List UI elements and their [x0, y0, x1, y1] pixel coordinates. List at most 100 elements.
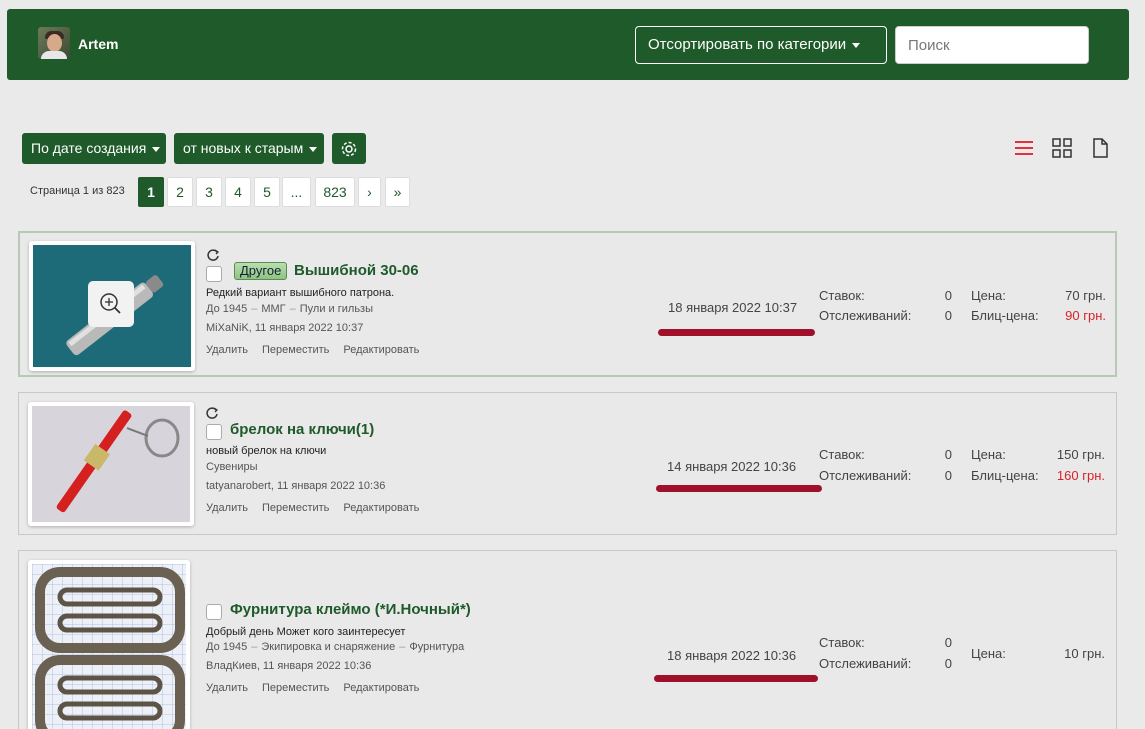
- listing-author-line: tatyanarobert, 11 января 2022 10:36: [206, 480, 385, 492]
- listing-actions: Удалить Переместить Редактировать: [206, 502, 433, 514]
- document-view-icon[interactable]: [1089, 137, 1111, 159]
- listing-category: До 1945– ММГ – Пули и гильзы: [206, 303, 374, 315]
- listing-category: Сувениры: [206, 461, 258, 473]
- bids-label: Ставок:: [819, 447, 865, 462]
- select-checkbox[interactable]: [206, 604, 222, 620]
- blitz-price-value: 160 грн.: [1056, 468, 1105, 483]
- bids-count: 0: [944, 288, 952, 303]
- listing-title[interactable]: Фурнитура клеймо (*И.Ночный*): [230, 601, 471, 618]
- watchers-label: Отслеживаний:: [819, 308, 912, 323]
- listing-title[interactable]: брелок на ключи(1): [230, 421, 374, 438]
- created-date: , 11 января 2022 10:36: [270, 480, 386, 492]
- move-link[interactable]: Переместить: [262, 344, 329, 356]
- avatar[interactable]: [38, 27, 70, 59]
- category-link[interactable]: До 1945: [206, 303, 247, 315]
- page-info: Страница 1 из 823: [30, 185, 125, 197]
- settings-button[interactable]: [332, 133, 366, 164]
- list-view-icon[interactable]: [1013, 137, 1035, 159]
- listing-title[interactable]: Вышибной 30-06: [294, 262, 419, 279]
- chevron-down-icon: [152, 146, 161, 152]
- watchers-label: Отслеживаний:: [819, 468, 912, 483]
- list-item[interactable]: Фурнитура клеймо (*И.Ночный*) Добрый ден…: [18, 550, 1117, 729]
- buckle-image: [32, 564, 186, 729]
- refresh-icon[interactable]: [206, 248, 220, 262]
- top-bar: Artem Отсортировать по категории: [7, 9, 1129, 80]
- sort-by-dropdown[interactable]: По дате создания: [22, 133, 166, 164]
- zoom-button[interactable]: [88, 281, 134, 327]
- listing-thumbnail[interactable]: [28, 560, 190, 729]
- list-item[interactable]: брелок на ключи(1) новый брелок на ключи…: [18, 392, 1117, 535]
- edit-link[interactable]: Редактировать: [343, 344, 419, 356]
- end-date: 18 января 2022 10:37: [668, 300, 798, 315]
- watchers-label: Отслеживаний:: [819, 656, 912, 671]
- category-link[interactable]: ММГ: [261, 303, 285, 315]
- listing-thumbnail[interactable]: [28, 402, 194, 526]
- highlight-underline: [656, 485, 822, 492]
- listing-thumbnail[interactable]: [29, 241, 195, 371]
- price-label: Цена:: [971, 447, 1006, 462]
- sort-by-category-dropdown[interactable]: Отсортировать по категории: [635, 26, 887, 64]
- grid-view-icon[interactable]: [1051, 137, 1073, 159]
- page-3-button[interactable]: 3: [196, 177, 222, 207]
- sort-by-category-label: Отсортировать по категории: [648, 36, 847, 53]
- refresh-icon[interactable]: [205, 406, 219, 420]
- page-5-button[interactable]: 5: [254, 177, 280, 207]
- price-label: Цена:: [971, 288, 1006, 303]
- select-checkbox[interactable]: [206, 266, 222, 282]
- bids-count: 0: [944, 635, 952, 650]
- watchers-count: 0: [944, 468, 952, 483]
- select-checkbox[interactable]: [206, 424, 222, 440]
- order-dropdown[interactable]: от новых к старым: [174, 133, 324, 164]
- author-link[interactable]: tatyanarobert: [206, 480, 271, 492]
- search-input[interactable]: [895, 26, 1089, 64]
- listing-description: Добрый день Может кого заинтересует: [206, 626, 406, 638]
- watchers-count: 0: [944, 656, 952, 671]
- author-link[interactable]: ВладКиев: [206, 660, 257, 672]
- move-link[interactable]: Переместить: [262, 682, 329, 694]
- end-date: 14 января 2022 10:36: [667, 459, 797, 474]
- category-link[interactable]: Фурнитура: [409, 641, 464, 653]
- chevron-down-icon: [852, 42, 861, 48]
- author-link[interactable]: MiXaNiK: [206, 322, 249, 334]
- move-link[interactable]: Переместить: [262, 502, 329, 514]
- delete-link[interactable]: Удалить: [206, 344, 248, 356]
- sort-by-label: По дате создания: [31, 140, 147, 156]
- chevron-down-icon: [309, 146, 318, 152]
- page-823-button[interactable]: 823: [315, 177, 355, 207]
- price-label: Цена:: [971, 646, 1006, 661]
- created-date: , 11 января 2022 10:37: [248, 322, 364, 334]
- last-page-button[interactable]: »: [385, 177, 410, 207]
- listing-description: Редкий вариант вышибного патрона.: [206, 287, 395, 299]
- price-value: 10 грн.: [1064, 646, 1105, 661]
- username[interactable]: Artem: [78, 36, 118, 52]
- edit-link[interactable]: Редактировать: [343, 502, 419, 514]
- listing-description: новый брелок на ключи: [206, 445, 327, 457]
- category-link[interactable]: Сувениры: [206, 461, 258, 473]
- category-link[interactable]: До 1945: [206, 641, 247, 653]
- next-page-button[interactable]: ›: [358, 177, 381, 207]
- bids-label: Ставок:: [819, 635, 865, 650]
- edit-link[interactable]: Редактировать: [343, 682, 419, 694]
- order-label: от новых к старым: [183, 140, 304, 156]
- page-4-button[interactable]: 4: [225, 177, 251, 207]
- list-item[interactable]: Другое Вышибной 30-06 Редкий вариант выш…: [18, 231, 1117, 377]
- page-ellipsis[interactable]: ...: [282, 177, 311, 207]
- keychain-image: [32, 406, 190, 522]
- category-link[interactable]: Пули и гильзы: [300, 303, 373, 315]
- listing-actions: Удалить Переместить Редактировать: [206, 344, 433, 356]
- category-link[interactable]: Экипировка и снаряжение: [261, 641, 395, 653]
- delete-link[interactable]: Удалить: [206, 682, 248, 694]
- delete-link[interactable]: Удалить: [206, 502, 248, 514]
- price-value: 70 грн.: [1065, 288, 1106, 303]
- gear-icon: [341, 141, 357, 157]
- watchers-count: 0: [944, 308, 952, 323]
- highlight-underline: [654, 675, 818, 682]
- price-value: 150 грн.: [1056, 447, 1105, 462]
- listing-category: До 1945– Экипировка и снаряжение – Фурнитур…: [206, 641, 465, 653]
- page-2-button[interactable]: 2: [167, 177, 193, 207]
- listing-author-line: MiXaNiK, 11 января 2022 10:37: [206, 322, 363, 334]
- listing-author-line: ВладКиев, 11 января 2022 10:36: [206, 660, 371, 672]
- page-1-button[interactable]: 1: [138, 177, 164, 207]
- blitz-price-label: Блиц-цена:: [971, 308, 1039, 323]
- bids-count: 0: [944, 447, 952, 462]
